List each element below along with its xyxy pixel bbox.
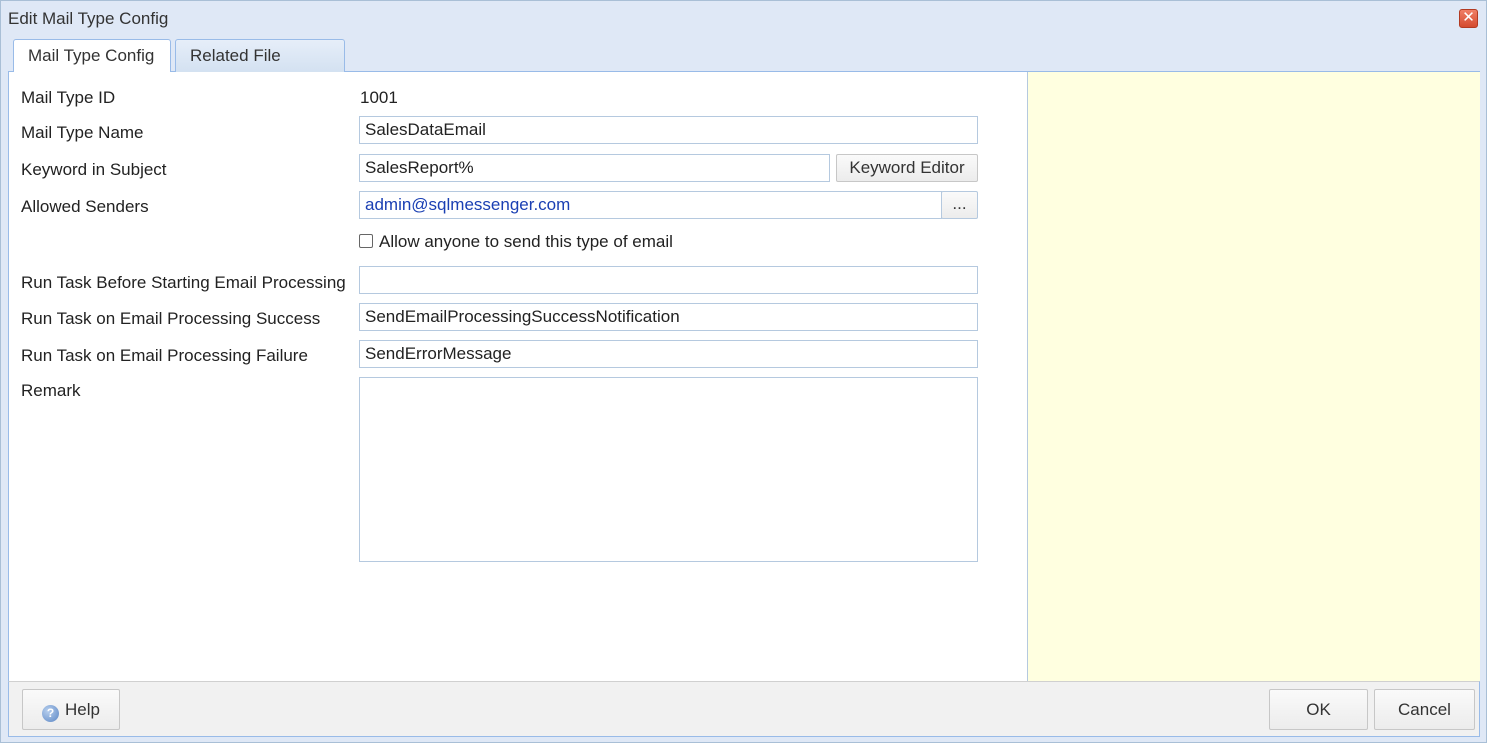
remark-label: Remark [21,381,81,400]
allow-anyone-label: Allow anyone to send this type of email [379,232,673,251]
dialog-footer: ? Help OK Cancel [8,681,1480,737]
run-success-label: Run Task on Email Processing Success [21,309,321,328]
help-icon: ? [42,705,60,722]
dialog-titlebar: Edit Mail Type Config ✕ [1,1,1486,35]
help-button[interactable]: ? Help [22,689,120,730]
edit-mail-type-dialog: Edit Mail Type Config ✕ Mail Type Config… [0,0,1487,743]
run-success-input[interactable] [359,303,978,331]
allowed-senders-input[interactable] [359,191,942,219]
run-before-label: Run Task Before Starting Email Processin… [21,273,346,292]
run-before-input[interactable] [359,266,978,294]
side-panel [1027,72,1480,681]
close-icon[interactable]: ✕ [1459,9,1478,28]
tab-related-file-types[interactable]: Related File Types [175,39,345,97]
allow-anyone-checkbox[interactable] [359,234,373,248]
mail-type-name-label: Mail Type Name [21,123,144,142]
remark-textarea[interactable] [359,377,978,562]
run-failure-label: Run Task on Email Processing Failure [21,346,308,365]
mail-type-name-input[interactable] [359,116,978,144]
dialog-title: Edit Mail Type Config [8,9,169,28]
allowed-senders-browse-button[interactable]: ... [941,191,978,219]
keyword-editor-button[interactable]: Keyword Editor [836,154,978,182]
keyword-subject-label: Keyword in Subject [21,160,167,179]
ok-button[interactable]: OK [1269,689,1368,730]
mail-type-id-value: 1001 [360,88,398,107]
keyword-subject-input[interactable] [359,154,830,182]
form-area: Mail Type ID 1001 Mail Type Name Keyword… [9,72,1027,681]
mail-type-id-label: Mail Type ID [21,88,116,107]
tab-mail-type-config[interactable]: Mail Type Config [13,39,171,73]
tab-bar: Mail Type Config Related File Types [8,36,1480,97]
allowed-senders-label: Allowed Senders [21,197,149,216]
help-button-label: Help [65,700,100,719]
tab-content: Mail Type ID 1001 Mail Type Name Keyword… [8,72,1480,681]
cancel-button[interactable]: Cancel [1374,689,1475,730]
run-failure-input[interactable] [359,340,978,368]
